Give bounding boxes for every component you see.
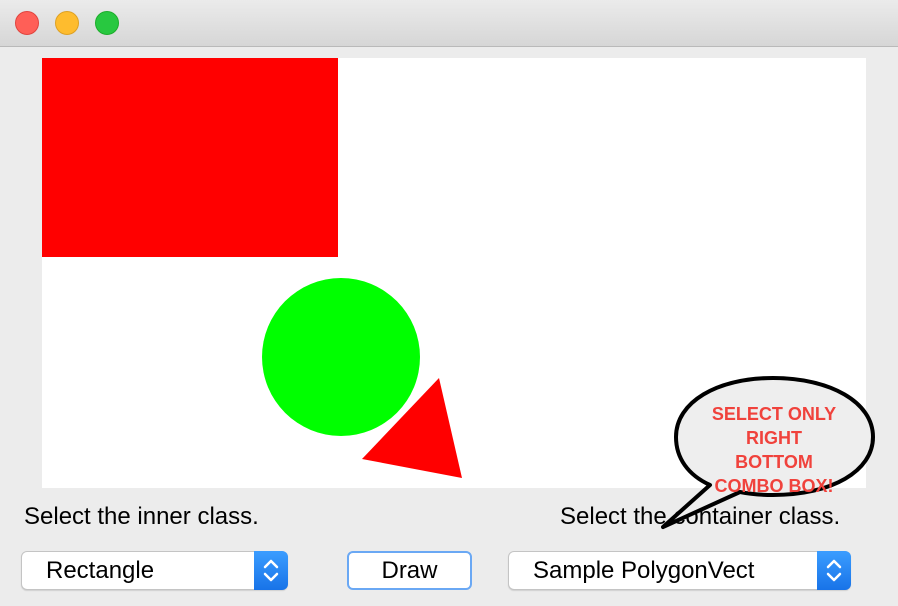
container-combo-arrows-icon [817,551,851,590]
inner-class-combo-value: Rectangle [46,557,155,584]
container-class-combo-box[interactable]: Sample PolygonVect [508,551,851,590]
callout-line: SELECT ONLY [711,404,837,424]
inner-class-label: Select the inner class. [24,503,259,530]
close-window-button[interactable] [15,11,39,35]
red-rectangle-shape [42,58,338,257]
container-class-combo-value: Sample PolygonVect [533,557,755,584]
callout-line: RIGHT [746,428,802,448]
callout-line: COMBO BOX! [714,476,834,496]
green-circle-shape [262,278,420,436]
app-window: Select the inner class. Select the conta… [0,0,898,606]
minimize-window-button[interactable] [55,11,79,35]
callout-line: BOTTOM [735,452,813,472]
zoom-window-button[interactable] [95,11,119,35]
callout-text: SELECT ONLY RIGHT BOTTOM COMBO BOX! [679,402,869,498]
draw-button[interactable]: Draw [347,551,472,590]
title-bar [0,0,898,47]
inner-combo-arrows-icon [254,551,288,590]
inner-class-combo-box[interactable]: Rectangle [21,551,288,590]
